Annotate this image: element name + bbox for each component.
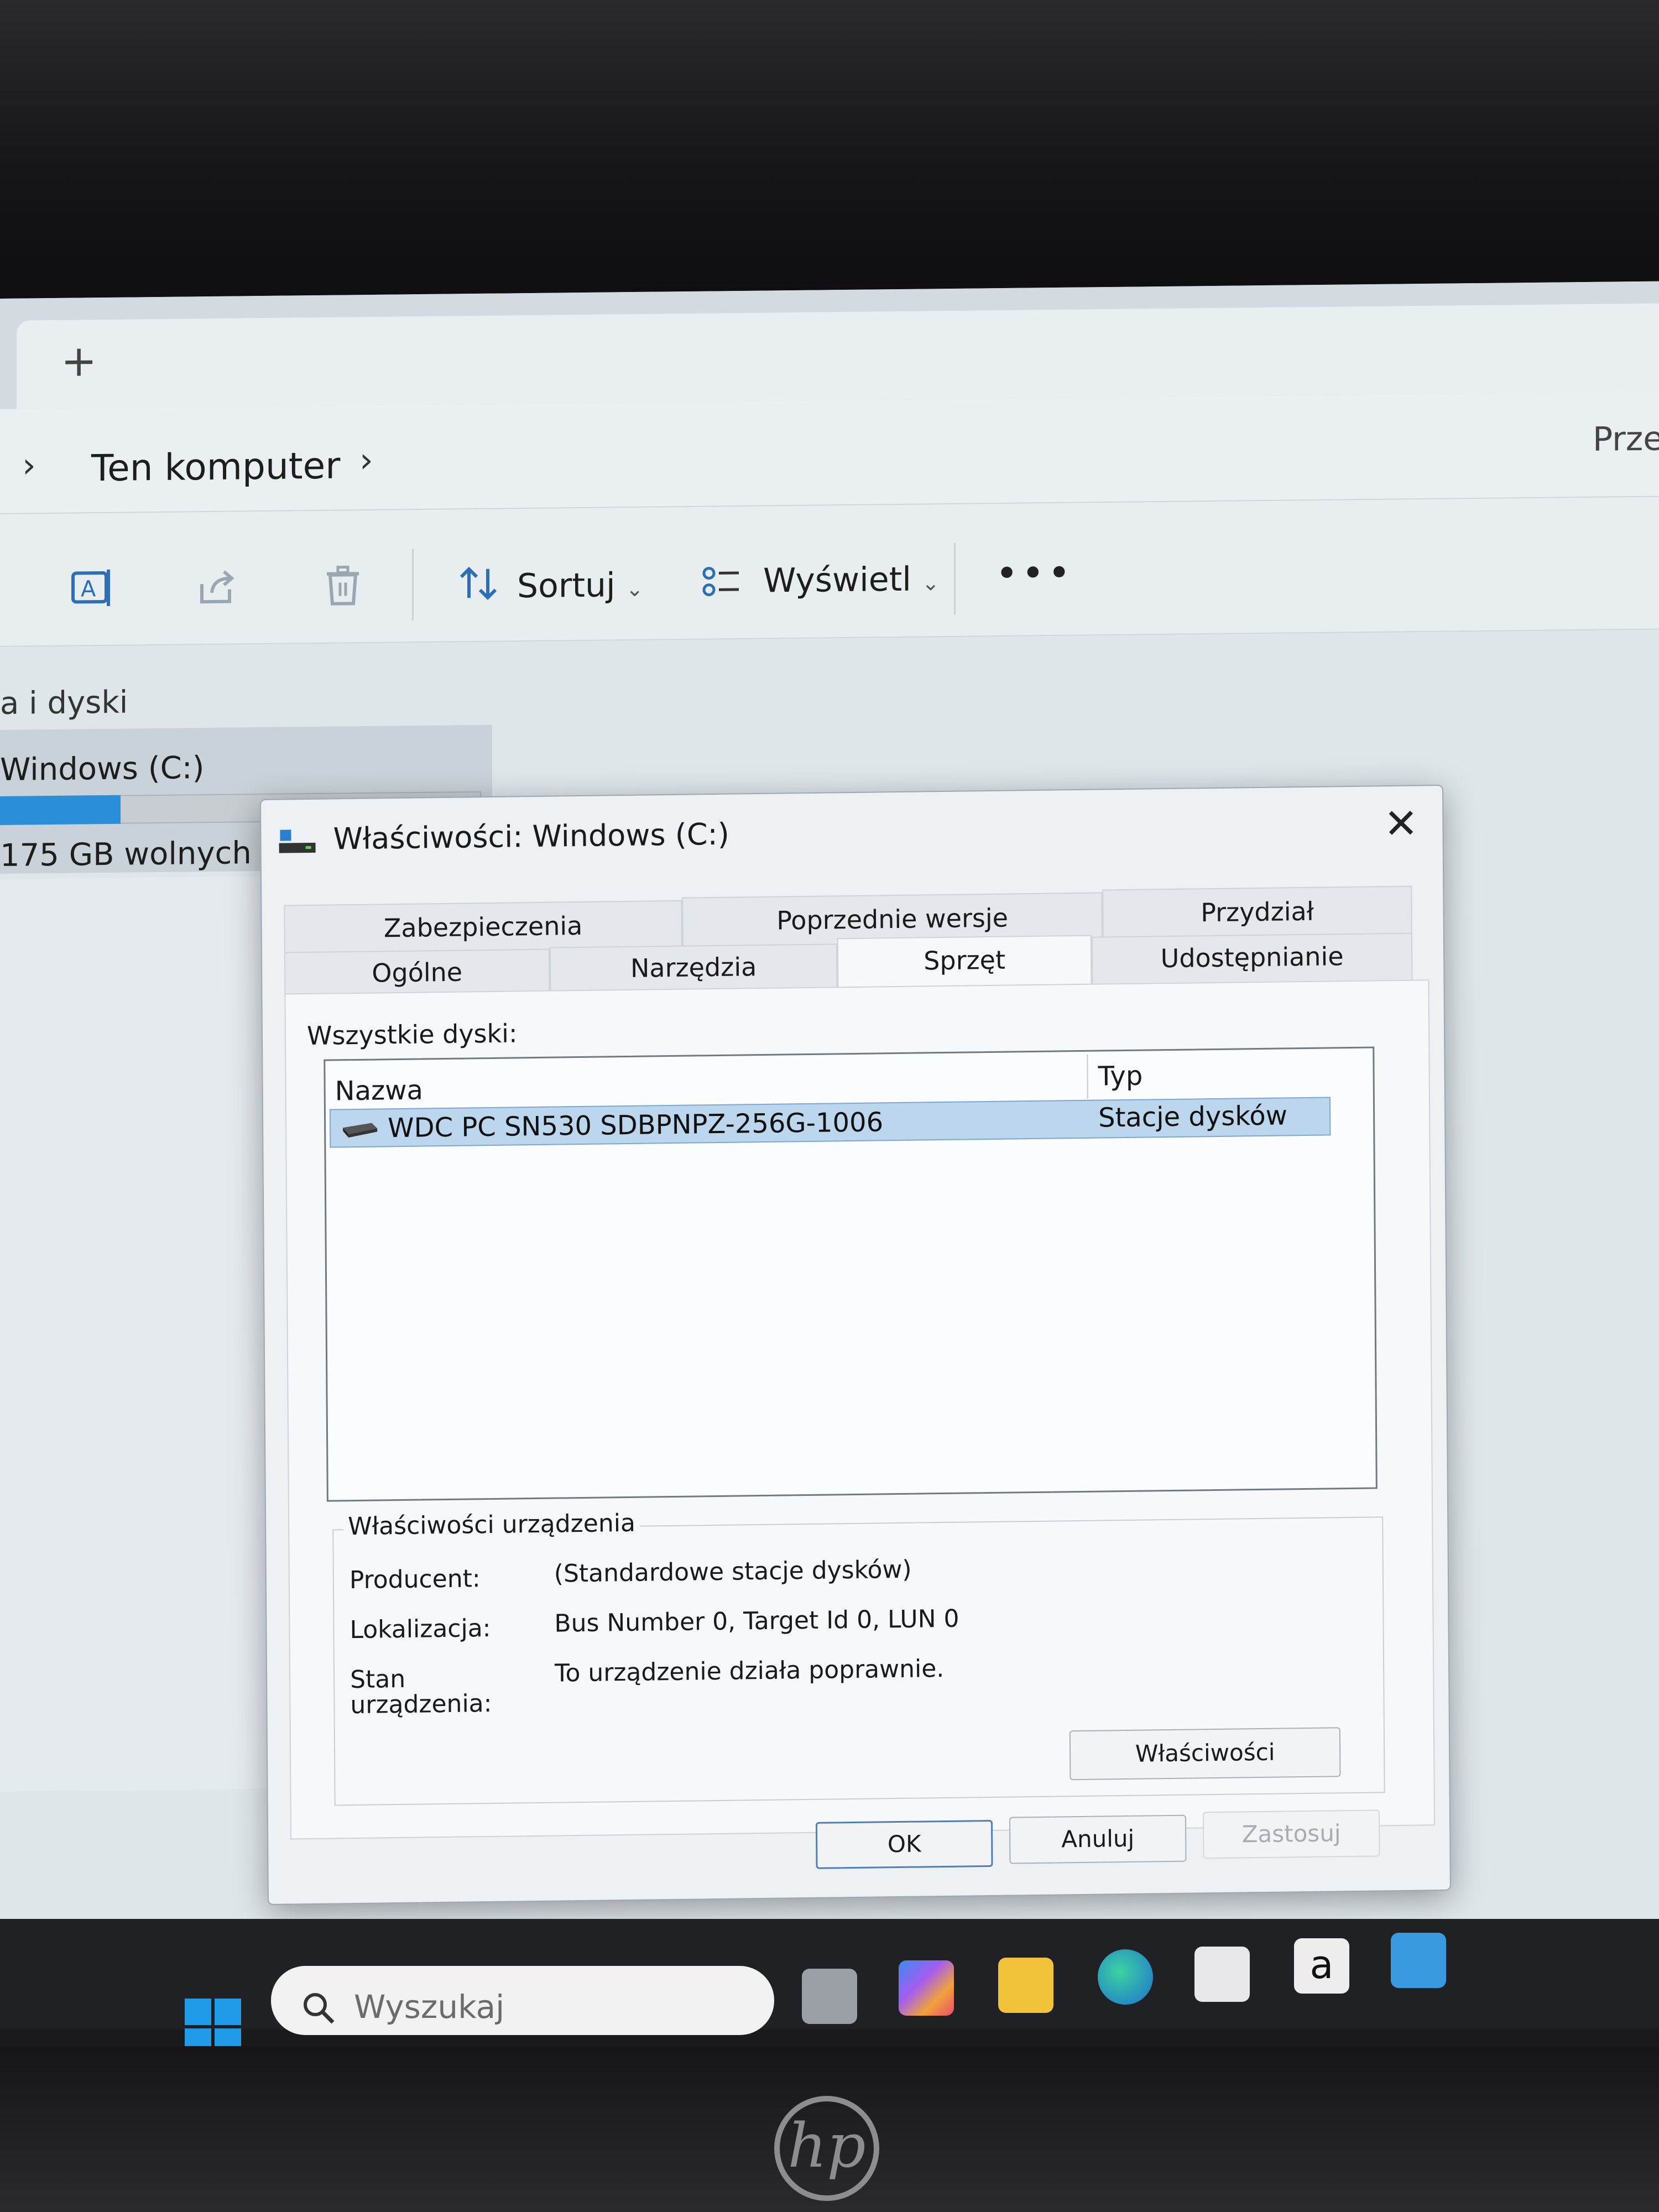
rename-icon[interactable]: A xyxy=(66,563,116,613)
tab-tools[interactable]: Narzędzia xyxy=(549,943,838,992)
tab-area xyxy=(17,303,1659,409)
breadcrumb-this-pc[interactable]: Ten komputer xyxy=(91,445,340,490)
disk-type: Stacje dysków xyxy=(1098,1100,1288,1134)
device-properties-title: Właściwości urządzenia xyxy=(343,1509,640,1541)
all-disks-label: Wszystkie dyski: xyxy=(306,1018,518,1051)
microsoft-store-icon[interactable] xyxy=(1194,1947,1250,2002)
delete-icon[interactable] xyxy=(318,560,368,611)
device-status-label: Stan urządzenia: xyxy=(349,1665,492,1720)
hp-logo: hp xyxy=(774,2096,879,2201)
chevron-right-icon[interactable]: › xyxy=(359,440,373,480)
edge-browser-icon[interactable] xyxy=(1098,1949,1153,2005)
share-icon[interactable] xyxy=(191,561,241,612)
location-label: Lokalizacja: xyxy=(349,1614,491,1645)
disk-name: WDC PC SN530 SDBPNPZ-256G-1006 xyxy=(387,1107,884,1144)
sort-icon[interactable] xyxy=(453,559,503,609)
drive-free-space: 175 GB wolnych z 2 xyxy=(0,835,260,874)
tab-sharing[interactable]: Udostępnianie xyxy=(1091,932,1413,984)
amazon-icon[interactable]: a xyxy=(1294,1938,1349,1994)
mcafee-icon[interactable] xyxy=(1391,1933,1446,1988)
manufacturer-value: (Standardowe stacje dysków) xyxy=(554,1555,912,1588)
device-properties-button[interactable]: Właściwości xyxy=(1069,1727,1341,1781)
more-options-icon[interactable]: ••• xyxy=(995,550,1074,596)
apply-button[interactable]: Zastosuj xyxy=(1202,1809,1380,1859)
tab-quota[interactable]: Przydział xyxy=(1102,885,1412,940)
chevron-right-icon[interactable]: › xyxy=(22,445,36,485)
manufacturer-label: Producent: xyxy=(349,1564,481,1595)
plus-icon[interactable]: + xyxy=(61,336,97,387)
disk-drive-icon xyxy=(343,1123,378,1138)
location-value: Bus Number 0, Target Id 0, LUN 0 xyxy=(554,1604,959,1638)
view-icon[interactable] xyxy=(697,556,747,607)
chevron-down-icon: ⌄ xyxy=(625,576,644,602)
tab-hardware[interactable]: Sprzęt xyxy=(837,935,1092,989)
file-explorer-icon[interactable] xyxy=(998,1958,1053,2013)
view-button[interactable]: Wyświetl ⌄ xyxy=(763,560,940,601)
tab-general[interactable]: Ogólne xyxy=(284,948,550,997)
screen: + › Ten komputer › Prze A Sortuj ⌄ Wyświ… xyxy=(0,281,1659,1974)
close-icon[interactable]: ✕ xyxy=(1384,800,1418,848)
sort-label: Sortuj xyxy=(517,566,615,606)
copilot-icon[interactable] xyxy=(899,1960,954,2016)
toolbar-divider xyxy=(412,549,414,621)
toolbar-divider xyxy=(954,542,956,615)
taskbar-search-box[interactable] xyxy=(271,1966,774,2035)
svg-text:A: A xyxy=(81,576,96,602)
drive-icon xyxy=(279,830,316,853)
device-status-value: To urządzenie działa poprawnie. xyxy=(554,1655,945,1688)
chevron-down-icon: ⌄ xyxy=(921,571,940,596)
task-view-icon[interactable] xyxy=(802,1969,857,2024)
search-icon xyxy=(304,1993,335,2024)
search-placeholder: Wyszukaj xyxy=(354,1988,505,2026)
properties-dialog: Właściwości: Windows (C:) ✕ Zabezpieczen… xyxy=(260,784,1451,1905)
view-label: Wyświetl xyxy=(763,560,911,601)
cancel-button[interactable]: Anuluj xyxy=(1009,1814,1187,1864)
dialog-title: Właściwości: Windows (C:) xyxy=(333,816,730,857)
laptop-bezel-top xyxy=(0,0,1659,310)
drive-name: Windows (C:) xyxy=(0,750,205,788)
drive-usage-fill xyxy=(0,795,121,825)
ok-button[interactable]: OK xyxy=(815,1819,993,1869)
sort-button[interactable]: Sortuj ⌄ xyxy=(517,566,644,606)
column-header-type[interactable]: Typ xyxy=(1098,1061,1142,1092)
devices-drives-heading: a i dyski xyxy=(0,684,128,722)
column-header-name[interactable]: Nazwa xyxy=(335,1074,424,1107)
search-field[interactable]: Prze xyxy=(1593,419,1659,458)
